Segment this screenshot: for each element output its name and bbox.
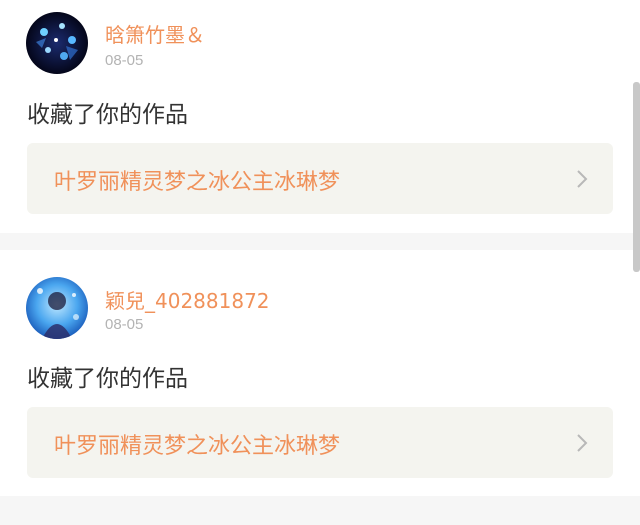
action-text: 收藏了你的作品 (27, 102, 188, 128)
notification-feed: 晗箫竹墨＆ 08-05 收藏了你的作品 叶罗丽精灵梦之冰公主冰琳梦 颖兒_402… (0, 0, 640, 525)
notification-item: 晗箫竹墨＆ 08-05 收藏了你的作品 叶罗丽精灵梦之冰公主冰琳梦 (0, 0, 640, 233)
notification-item: 颖兒_402881872 08-05 收藏了你的作品 叶罗丽精灵梦之冰公主冰琳梦 (0, 250, 640, 496)
timestamp: 08-05 (105, 52, 144, 69)
action-text: 收藏了你的作品 (27, 366, 188, 392)
chevron-right-icon (577, 170, 588, 188)
chevron-right-icon (577, 434, 588, 452)
work-link[interactable]: 叶罗丽精灵梦之冰公主冰琳梦 (27, 143, 613, 214)
username[interactable]: 晗箫竹墨＆ (105, 19, 205, 48)
work-link[interactable]: 叶罗丽精灵梦之冰公主冰琳梦 (27, 407, 613, 478)
avatar[interactable] (26, 277, 88, 339)
work-title: 叶罗丽精灵梦之冰公主冰琳梦 (54, 434, 341, 459)
scrollbar[interactable] (633, 82, 640, 272)
work-title: 叶罗丽精灵梦之冰公主冰琳梦 (54, 170, 341, 195)
timestamp: 08-05 (105, 316, 144, 333)
avatar[interactable] (26, 12, 88, 74)
avatar-image (26, 277, 88, 339)
avatar-image (26, 12, 88, 74)
username[interactable]: 颖兒_402881872 (105, 285, 270, 314)
